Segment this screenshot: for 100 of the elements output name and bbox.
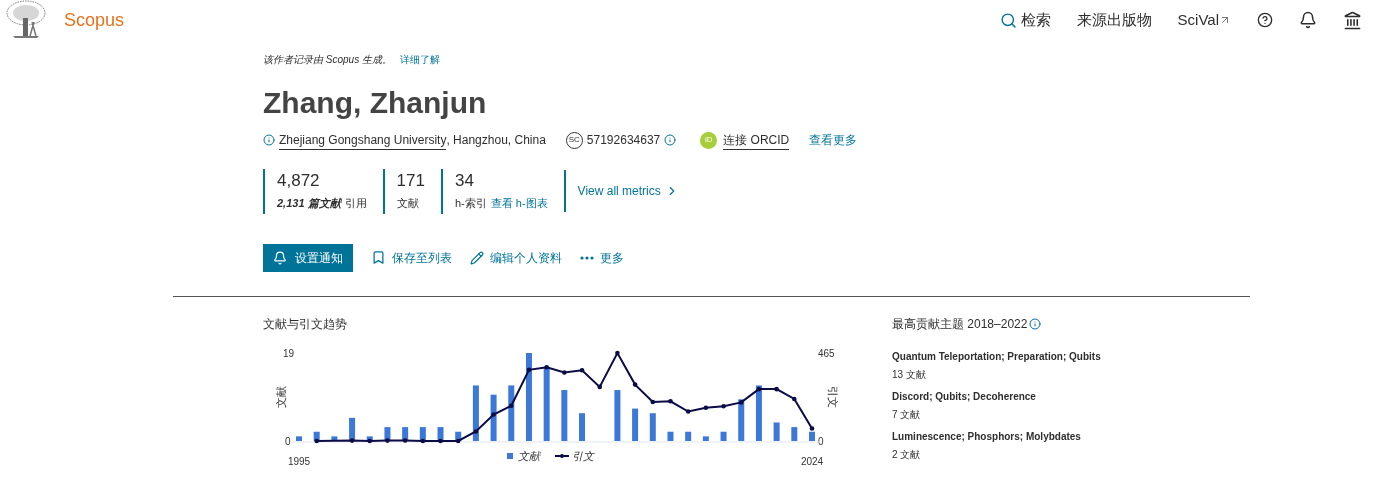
author-name: Zhang, Zhanjun [263,85,488,121]
chart-title: 文献与引文趋势 [263,315,348,333]
citation-point [685,408,691,414]
topic-link[interactable]: Quantum Teleportation; Preparation; Qubits [892,348,1101,364]
y-axis-tick: 19 [283,347,295,359]
citation-point [579,367,585,372]
citation-point [756,386,762,391]
citation-point [774,386,779,391]
document-bar [649,412,656,441]
metric-value: 171 [396,171,425,191]
citation-point [473,428,479,434]
x-axis-tick: 2024 [800,455,824,467]
citation-point [668,398,673,404]
document-bar [455,431,462,441]
document-bar [755,384,762,441]
affiliation-location: , Hangzhou, China [446,132,546,149]
topic-link[interactable]: Discord; Qubits; Decoherence [892,388,1101,404]
document-bar [472,384,479,441]
y-axis-title: 文献 [275,385,287,408]
external-link-icon [1219,14,1231,26]
view-all-metrics-link[interactable]: View all metrics [577,182,679,201]
document-bar [508,384,515,441]
document-bar [720,431,727,441]
citation-point [650,399,656,404]
document-bar [561,389,568,441]
document-bar [402,426,409,441]
affiliation-link[interactable]: Zhejiang Gongshang University [279,130,447,150]
metric-value: 4,872 [277,171,321,191]
document-bar [809,431,815,441]
topics-title: 最高贡献主题 2018–2022 [892,315,1028,333]
document-bar [632,408,639,441]
document-bar [702,435,709,441]
document-bar [667,431,674,441]
citation-point [367,438,373,443]
y-axis-tick: 0 [818,435,824,447]
search-link[interactable]: 检索 [999,8,1051,32]
y-axis-tick: 0 [285,435,291,447]
document-bar [791,426,798,441]
document-bar [331,435,338,441]
citation-point [509,403,514,408]
more-icon [580,255,594,260]
action-link[interactable]: 保存至列表 [371,248,452,267]
action-link[interactable]: 更多 [580,248,624,267]
document-bar [490,394,497,441]
help-button[interactable] [1257,12,1273,28]
bell-icon [273,250,287,265]
orcid-badge: iD [700,131,718,149]
legend-line-icon [554,453,570,458]
citation-point [544,364,549,369]
pencil-icon [470,250,484,265]
set-alert-button[interactable]: 设置通知 [263,243,353,272]
metric-label: 引用 [344,196,367,211]
connect-orcid-link[interactable]: 连接 ORCID [723,130,790,150]
institution-button[interactable] [1343,10,1362,30]
citation-point [385,437,390,443]
scopus-id: 57192634637 [586,132,661,149]
nav-link[interactable]: 来源出版物 [1076,8,1152,32]
citation-point [615,350,620,355]
action-link[interactable]: 编辑个人资料 [470,248,562,267]
brand-name[interactable]: Scopus [64,6,125,34]
topic-count: 2 文献 [892,447,922,462]
legend-swatch [507,452,513,459]
citation-point [792,396,797,401]
tree-logo [4,0,48,40]
document-bar [437,426,444,441]
document-bar [296,435,302,441]
x-axis-tick: 1995 [287,455,311,467]
citation-point [402,437,408,443]
notifications-button[interactable] [1299,11,1317,29]
citation-point [809,425,815,431]
citation-point [526,367,532,372]
view-more-link[interactable]: 查看更多 [809,131,858,149]
info-icon [263,134,275,146]
citation-point [314,438,319,443]
citation-point [455,438,461,443]
topic-link[interactable]: Luminescence; Phosphors; Molybdates [892,428,1101,444]
search-icon [999,11,1017,29]
topic-count: 7 文献 [892,407,922,422]
info-icon [1029,317,1042,330]
citation-point [349,437,355,443]
y-axis-title: 引文 [827,385,839,408]
document-bar [738,398,745,441]
citation-point [632,381,638,387]
document-bar [313,431,320,441]
legend-label: 文献 [518,449,540,462]
legend-label: 引文 [572,449,594,462]
learn-more-link[interactable]: 详细了解 [399,52,440,67]
citation-point [721,403,726,408]
document-bar [614,389,621,441]
citation-point [491,411,496,417]
citation-point [438,438,443,443]
nav-link[interactable]: SciVal [1177,8,1231,32]
bookmark-icon [371,250,386,265]
document-bar [419,426,426,441]
document-bar [579,412,586,441]
citing-documents-count: 2,131 篇文献 [277,196,341,211]
document-bar [349,417,356,441]
h-graph-link[interactable]: 查看 h-图表 [490,195,548,212]
citation-point [562,369,567,375]
notice-text: 该作者记录由 Scopus 生成。 [263,53,392,67]
